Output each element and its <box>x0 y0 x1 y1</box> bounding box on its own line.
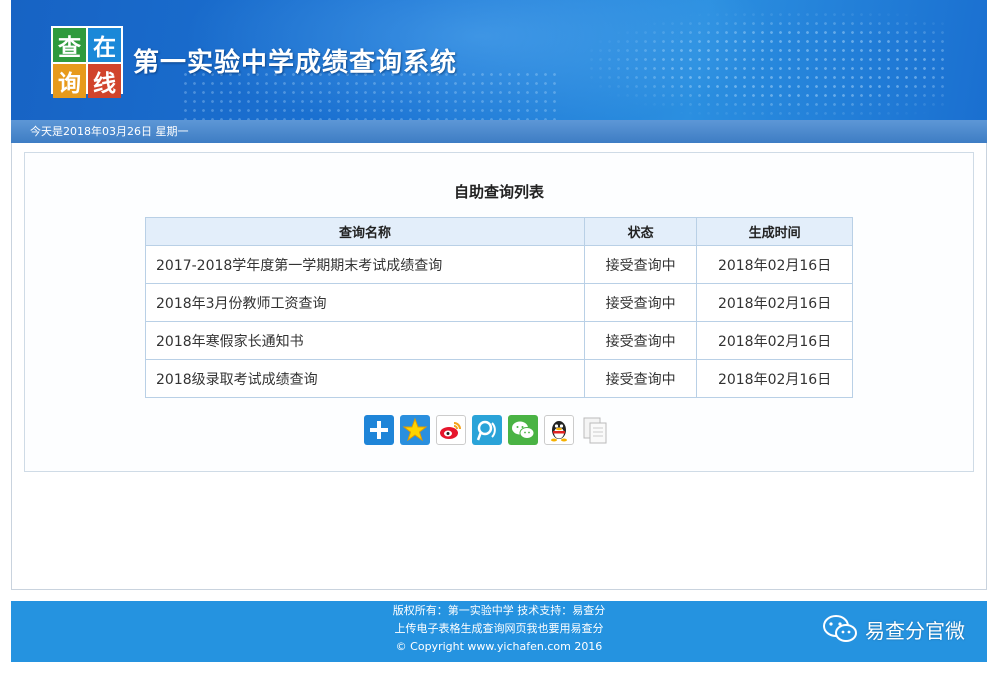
logo-char-2: 在 <box>88 28 121 62</box>
table-row[interactable]: 2018年寒假家长通知书 接受查询中 2018年02月16日 <box>144 321 853 360</box>
weibo-icon[interactable] <box>436 415 466 445</box>
table-header-row: 查询名称 状态 生成时间 <box>144 217 853 246</box>
qq-penguin-icon[interactable] <box>544 415 574 445</box>
table-row[interactable]: 2018级录取考试成绩查询 接受查询中 2018年02月16日 <box>144 359 853 398</box>
query-name-link[interactable]: 2018级录取考试成绩查询 <box>144 359 586 398</box>
site-title: 第一实验中学成绩查询系统 <box>133 48 458 78</box>
query-time: 2018年02月16日 <box>696 283 853 322</box>
main-content: 自助查询列表 查询名称 状态 生成时间 2017-2018学年度第一学期期末考试… <box>11 143 987 590</box>
query-status: 接受查询中 <box>584 245 698 284</box>
logo-char-1: 查 <box>53 28 86 62</box>
copy-icon[interactable] <box>580 415 610 445</box>
query-name-link[interactable]: 2017-2018学年度第一学期期末考试成绩查询 <box>144 245 586 284</box>
query-status: 接受查询中 <box>584 321 698 360</box>
wechat-watermark: 易查分官微 <box>821 613 965 645</box>
site-footer: 版权所有：第一实验中学 技术支持：易查分 上传电子表格生成查询网页我也要用易查分… <box>11 601 987 662</box>
site-header: 查 在 询 线 第一实验中学成绩查询系统 <box>11 0 987 120</box>
query-time: 2018年02月16日 <box>696 359 853 398</box>
logo-char-4: 线 <box>88 64 121 98</box>
query-table: 查询名称 状态 生成时间 2017-2018学年度第一学期期末考试成绩查询 接受… <box>144 217 853 398</box>
query-status: 接受查询中 <box>584 359 698 398</box>
query-time: 2018年02月16日 <box>696 245 853 284</box>
table-row[interactable]: 2017-2018学年度第一学期期末考试成绩查询 接受查询中 2018年02月1… <box>144 245 853 284</box>
table-row[interactable]: 2018年3月份教师工资查询 接受查询中 2018年02月16日 <box>144 283 853 322</box>
watermark-text: 易查分官微 <box>865 618 965 643</box>
site-logo[interactable]: 查 在 询 线 <box>51 26 123 98</box>
wechat-watermark-icon <box>823 615 857 642</box>
column-header-time: 生成时间 <box>696 217 853 246</box>
header-world-map-pattern <box>587 10 947 120</box>
share-bar <box>364 415 610 445</box>
query-list-panel: 自助查询列表 查询名称 状态 生成时间 2017-2018学年度第一学期期末考试… <box>24 152 974 472</box>
query-status: 接受查询中 <box>584 283 698 322</box>
wechat-icon[interactable] <box>508 415 538 445</box>
date-bar: 今天是2018年03月26日 星期一 <box>11 120 987 143</box>
query-name-link[interactable]: 2018年寒假家长通知书 <box>144 321 586 360</box>
column-header-status: 状态 <box>584 217 698 246</box>
tencent-weibo-icon[interactable] <box>472 415 502 445</box>
logo-char-3: 询 <box>53 64 86 98</box>
column-header-name: 查询名称 <box>144 217 586 246</box>
query-time: 2018年02月16日 <box>696 321 853 360</box>
plus-more-icon[interactable] <box>364 415 394 445</box>
query-name-link[interactable]: 2018年3月份教师工资查询 <box>144 283 586 322</box>
list-title: 自助查询列表 <box>453 183 544 201</box>
page-wrapper: 查 在 询 线 第一实验中学成绩查询系统 今天是2018年03月26日 星期一 … <box>11 0 987 590</box>
qzone-star-icon[interactable] <box>400 415 430 445</box>
